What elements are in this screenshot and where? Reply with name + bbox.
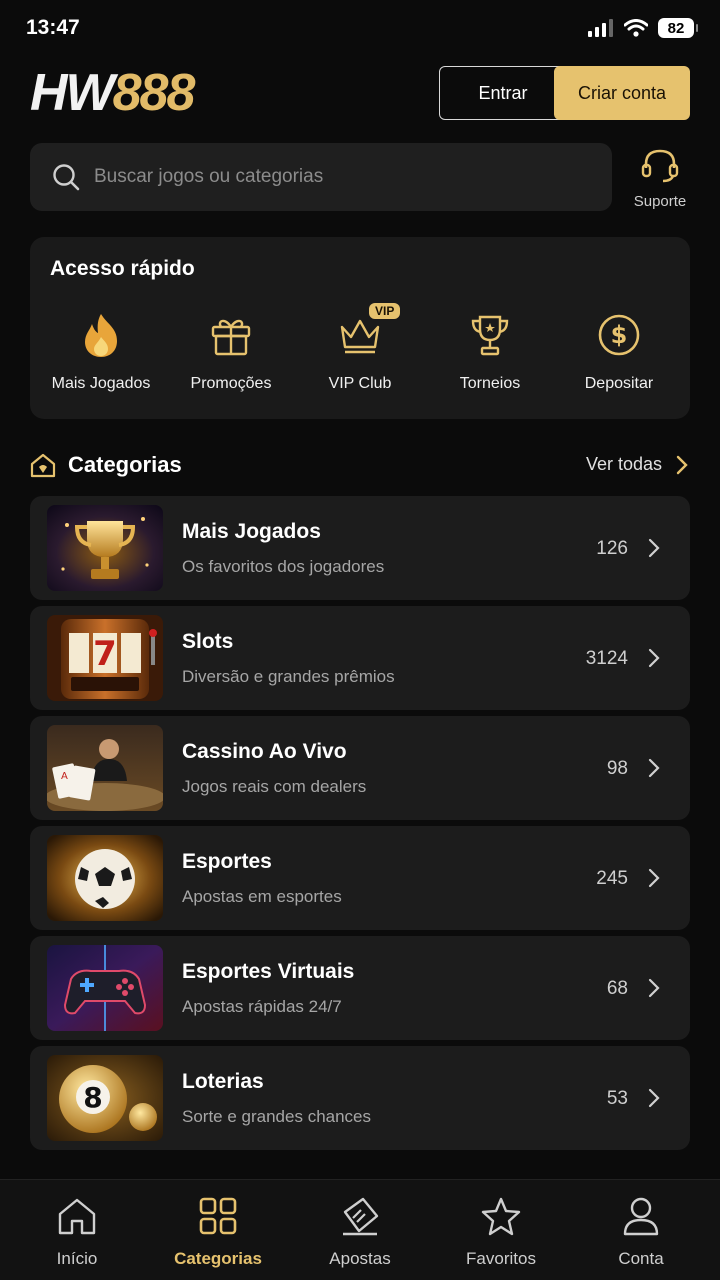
header: HW888 Entrar Criar conta: [30, 66, 690, 120]
category-count: 126: [596, 538, 628, 559]
dollar-coin-icon: $: [598, 314, 640, 356]
signup-button[interactable]: Criar conta: [554, 66, 690, 120]
live-dealer-thumbnail: A: [47, 725, 163, 811]
status-bar: 13:47 82: [0, 0, 720, 56]
category-name: Slots: [182, 630, 234, 653]
category-thumbnail: [47, 505, 163, 591]
quick-item-depositar[interactable]: $ Depositar: [554, 311, 684, 393]
category-count: 3124: [585, 648, 628, 669]
category-name: Cassino Ao Vivo: [182, 740, 347, 763]
svg-text:7: 7: [93, 634, 117, 674]
category-name: Mais Jogados: [182, 520, 321, 543]
grid-icon: [199, 1197, 237, 1235]
category-row-esportes-virtuais[interactable]: Esportes Virtuais Apostas rápidas 24/7 6…: [30, 936, 690, 1040]
headset-icon: [641, 149, 679, 183]
svg-text:8: 8: [83, 1081, 102, 1114]
category-name: Esportes Virtuais: [182, 960, 355, 983]
see-all-link[interactable]: Ver todas: [586, 454, 688, 475]
nav-favoritos[interactable]: Favoritos: [441, 1196, 561, 1269]
category-count: 53: [606, 1088, 628, 1109]
quick-item-vip-club[interactable]: VIP VIP Club: [295, 303, 425, 393]
user-icon: [623, 1197, 659, 1236]
chevron-right-icon: [648, 868, 660, 888]
nav-conta[interactable]: Conta: [581, 1196, 701, 1269]
nav-categorias[interactable]: Categorias: [158, 1196, 278, 1269]
category-name: Loterias: [182, 1070, 264, 1093]
chevron-right-icon: [648, 758, 660, 778]
category-row-esportes[interactable]: Esportes Apostas em esportes 245: [30, 826, 690, 930]
nav-apostas[interactable]: Apostas: [300, 1196, 420, 1269]
quick-access-panel: Acesso rápido Mais Jogados Promoções VIP…: [30, 237, 690, 419]
category-thumbnail: [47, 835, 163, 921]
category-thumbnail: [47, 945, 163, 1031]
category-description: Os favoritos dos jogadores: [182, 557, 385, 576]
flame-icon: [85, 314, 117, 357]
gamepad-thumbnail: [47, 945, 163, 1031]
category-row-loterias[interactable]: 8 Loterias Sorte e grandes chances 53: [30, 1046, 690, 1150]
search-input[interactable]: [94, 166, 554, 188]
chevron-right-icon: [648, 648, 660, 668]
soccer-ball-thumbnail: [47, 835, 163, 921]
svg-text:A: A: [61, 771, 68, 782]
search-bar[interactable]: [30, 143, 612, 211]
support-label: Suporte: [633, 193, 687, 210]
category-row-cassino-ao-vivo[interactable]: A Cassino Ao Vivo Jogos reais com dealer…: [30, 716, 690, 820]
category-description: Apostas rápidas 24/7: [182, 997, 342, 1016]
support-button[interactable]: Suporte: [628, 148, 692, 210]
crown-icon: [340, 319, 380, 354]
trophy-thumbnail: [47, 505, 163, 591]
login-button[interactable]: Entrar: [439, 66, 567, 120]
categories-title: Categorias: [68, 452, 182, 477]
quick-item-torneios[interactable]: Torneios: [425, 311, 555, 393]
status-icons: 82: [588, 18, 698, 38]
category-thumbnail: 8: [47, 1055, 163, 1141]
vip-badge: VIP: [369, 303, 401, 319]
category-count: 245: [596, 868, 628, 889]
category-description: Diversão e grandes prêmios: [182, 667, 395, 686]
chevron-right-icon: [648, 538, 660, 558]
category-description: Jogos reais com dealers: [182, 777, 367, 796]
quick-item-promocoes[interactable]: Promoções: [166, 311, 296, 393]
ticket-icon: [343, 1197, 379, 1236]
category-row-slots[interactable]: 7 Slots Diversão e grandes prêmios 3124: [30, 606, 690, 710]
nav-inicio[interactable]: Início: [17, 1196, 137, 1269]
star-icon: [481, 1197, 521, 1236]
category-count: 98: [606, 758, 628, 779]
gift-icon: [211, 319, 251, 356]
category-name: Esportes: [182, 850, 272, 873]
categories-header: Categorias Ver todas: [30, 448, 690, 484]
chevron-right-icon: [648, 978, 660, 998]
brand-logo[interactable]: HW888: [30, 66, 195, 120]
category-description: Apostas em esportes: [182, 887, 342, 906]
category-house-icon: [30, 453, 56, 478]
category-thumbnail: A: [47, 725, 163, 811]
signal-icon: [588, 19, 613, 37]
eight-ball-thumbnail: 8: [47, 1055, 163, 1141]
category-thumbnail: 7: [47, 615, 163, 701]
category-description: Sorte e grandes chances: [182, 1107, 372, 1126]
home-icon: [58, 1198, 96, 1235]
wifi-icon: [624, 19, 648, 37]
status-time: 13:47: [26, 16, 80, 39]
battery-indicator: 82: [658, 18, 698, 38]
category-row-mais-jogados[interactable]: Mais Jogados Os favoritos dos jogadores …: [30, 496, 690, 600]
quick-item-mais-jogados[interactable]: Mais Jogados: [36, 311, 166, 393]
trophy-icon: [471, 315, 509, 356]
quick-access-title: Acesso rápido: [50, 257, 195, 280]
svg-text:$: $: [611, 321, 628, 349]
slot-machine-thumbnail: 7: [47, 615, 163, 701]
bottom-navigation: Início Categorias Apostas Favoritos Cont…: [0, 1179, 720, 1280]
search-icon: [53, 164, 80, 191]
chevron-right-icon: [648, 1088, 660, 1108]
category-count: 68: [606, 978, 628, 999]
chevron-right-icon: [676, 455, 688, 474]
